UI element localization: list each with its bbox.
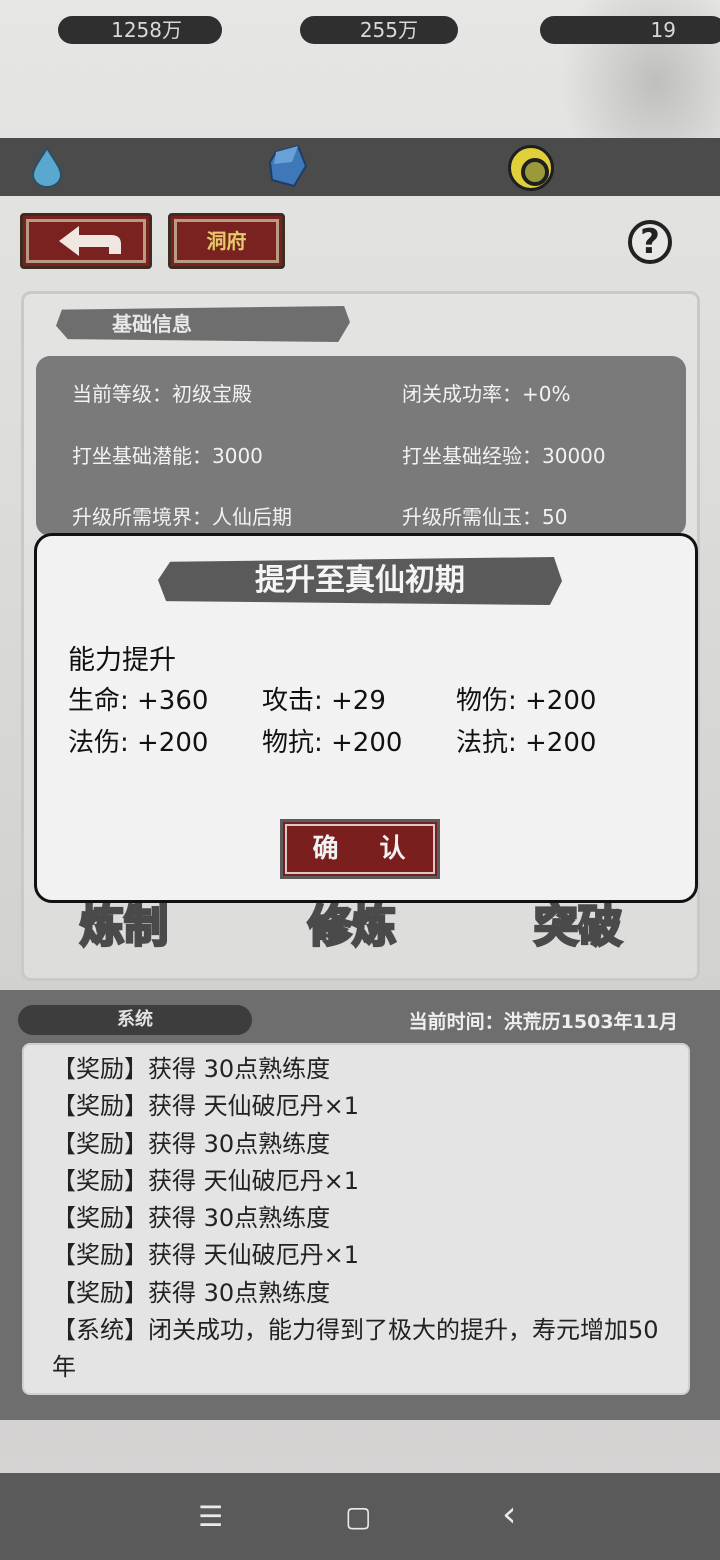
stat-attack: 攻击: +29 — [262, 686, 386, 716]
stat-hp: 生命: +360 — [68, 686, 209, 716]
stat-physical-damage: 物伤: +200 — [456, 686, 597, 716]
confirm-button[interactable]: 确 认 — [280, 819, 440, 879]
ability-heading: 能力提升 — [68, 645, 176, 676]
stat-physical-resist: 物抗: +200 — [262, 728, 403, 758]
stat-magic-resist: 法抗: +200 — [456, 728, 597, 758]
stat-magic-damage: 法伤: +200 — [68, 728, 209, 758]
dialog-title: 提升至真仙初期 — [158, 557, 562, 605]
